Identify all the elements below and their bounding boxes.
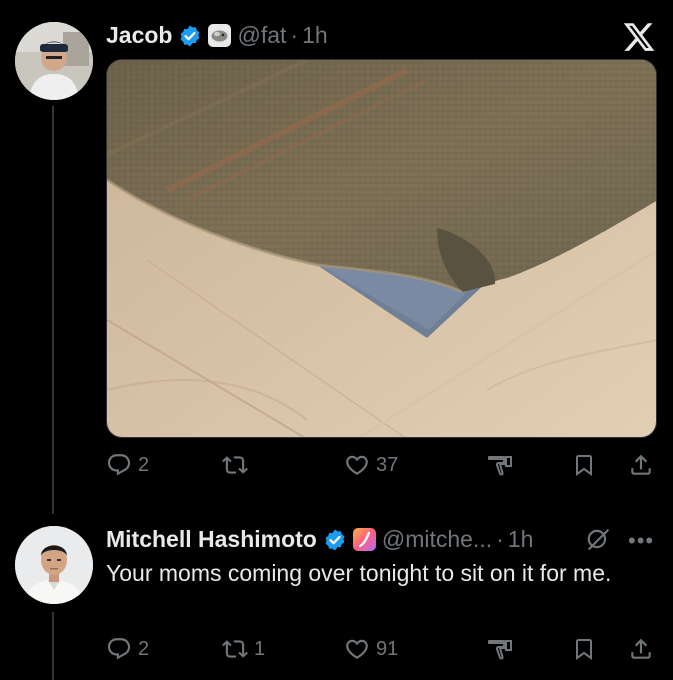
bookmark-icon xyxy=(576,455,592,476)
share-icon xyxy=(631,454,651,475)
heart-icon xyxy=(346,455,368,475)
tweet-2-actions: 2 1 91 xyxy=(106,636,657,666)
analytics-button[interactable] xyxy=(486,452,514,478)
bookmark-button[interactable] xyxy=(572,452,596,478)
reply-count: 2 xyxy=(138,453,150,476)
like-count: 91 xyxy=(376,637,399,660)
timestamp[interactable]: 1h xyxy=(302,22,328,49)
grok-icon[interactable] xyxy=(585,526,611,557)
like-button[interactable]: 37 xyxy=(344,452,398,478)
tweet-2-header: Mitchell Hashimoto @mitche... · 1h xyxy=(106,526,533,553)
thread-line xyxy=(52,106,54,514)
like-button[interactable]: 91 xyxy=(344,636,398,662)
reply-button[interactable]: 2 xyxy=(106,452,149,478)
author-handle[interactable]: @mitche... xyxy=(382,526,492,553)
author-name[interactable]: Mitchell Hashimoto xyxy=(106,526,317,553)
tweet-1-header: Jacob @fat · 1h xyxy=(106,22,328,49)
verified-badge-icon xyxy=(323,528,347,552)
timestamp[interactable]: 1h xyxy=(508,526,534,553)
verified-badge-icon xyxy=(178,24,202,48)
retweet-button[interactable] xyxy=(222,452,254,478)
reply-count: 2 xyxy=(138,637,150,660)
avatar-jacob[interactable] xyxy=(15,22,93,100)
tweet-text: Your moms coming over tonight to sit on … xyxy=(106,560,612,586)
like-count: 37 xyxy=(376,453,399,476)
retweet-icon xyxy=(222,640,248,658)
author-handle[interactable]: @fat xyxy=(237,22,286,49)
analytics-icon xyxy=(488,640,512,660)
retweet-icon xyxy=(222,456,248,474)
bookmark-button[interactable] xyxy=(572,636,596,662)
affiliate-badge-icon[interactable] xyxy=(352,528,376,551)
tweet-media-image[interactable] xyxy=(106,59,657,438)
reply-button[interactable]: 2 xyxy=(106,636,149,662)
heart-icon xyxy=(346,639,368,659)
bookmark-icon xyxy=(576,639,592,660)
reply-icon xyxy=(107,638,131,660)
share-button[interactable] xyxy=(628,636,654,662)
author-name[interactable]: Jacob xyxy=(106,22,172,49)
analytics-button[interactable] xyxy=(486,636,514,662)
share-button[interactable] xyxy=(628,452,654,478)
separator-dot: · xyxy=(496,526,504,552)
thread-line xyxy=(52,612,54,680)
x-logo-icon[interactable] xyxy=(622,20,656,54)
retweet-button[interactable]: 1 xyxy=(222,636,265,662)
analytics-icon xyxy=(488,456,512,476)
more-icon[interactable]: ••• xyxy=(628,528,654,554)
tweet-1-actions: 2 37 xyxy=(106,452,657,482)
avatar-mitchell[interactable] xyxy=(15,526,93,604)
retweet-count: 1 xyxy=(254,637,266,660)
share-icon xyxy=(631,638,651,659)
affiliate-badge-icon[interactable] xyxy=(208,24,232,47)
reply-icon xyxy=(107,454,131,476)
separator-dot: · xyxy=(290,22,299,48)
